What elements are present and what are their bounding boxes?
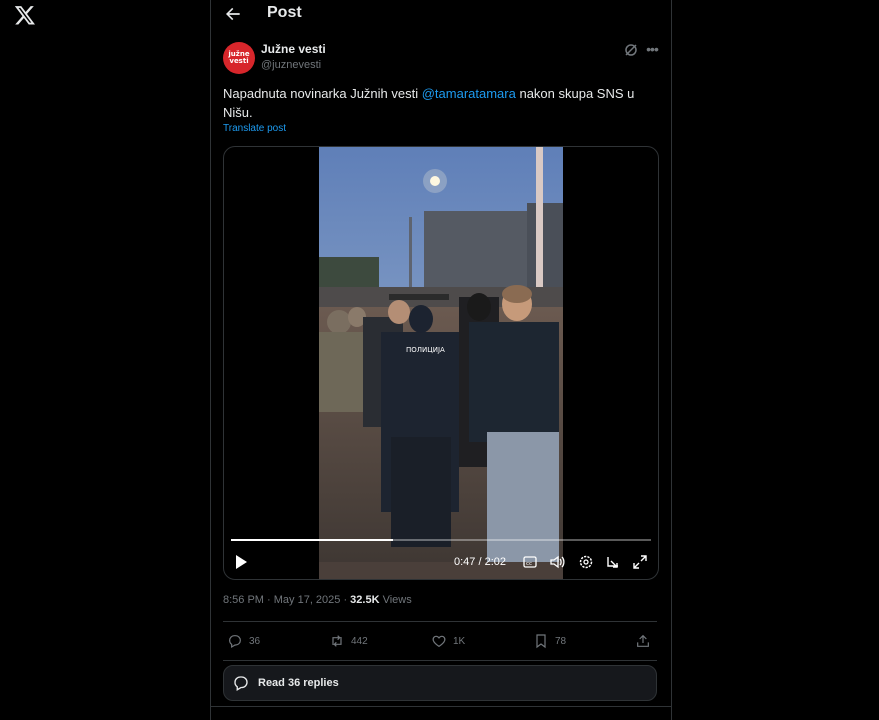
picture-in-picture-icon[interactable] [605, 553, 621, 571]
post-timestamp[interactable]: 8:56 PM · May 17, 2025 · [223, 594, 350, 606]
post-text: Napadnuta novinarka Južnih vesti @tamara… [223, 84, 653, 122]
x-logo-icon[interactable] [14, 4, 36, 26]
divider [223, 660, 657, 661]
avatar[interactable]: južne vesti [223, 42, 255, 74]
post-meta: 8:56 PM · May 17, 2025 · 32.5K Views [223, 594, 412, 606]
share-icon [637, 634, 649, 647]
divider [223, 621, 657, 622]
avatar-text-bottom: vesti [229, 57, 249, 65]
video-progress-fill [231, 539, 393, 541]
action-bar: 36 442 1K 78 [223, 630, 657, 652]
bookmark-icon [536, 634, 546, 649]
like-button[interactable]: 1K [431, 630, 465, 652]
back-arrow-icon[interactable] [223, 4, 243, 24]
svg-text:cc: cc [526, 561, 532, 567]
post-header: Post [211, 0, 671, 28]
bookmark-count: 78 [555, 635, 567, 647]
author-name[interactable]: Južne vesti [261, 42, 326, 56]
read-replies-button[interactable]: Read 36 replies [223, 665, 657, 701]
post-text-part1: Napadnuta novinarka Južnih vesti [223, 86, 422, 101]
reply-count: 36 [249, 635, 261, 647]
author-handle[interactable]: @juznevesti [261, 59, 321, 71]
repost-button[interactable]: 442 [329, 630, 368, 652]
divider [211, 706, 671, 707]
bookmark-button[interactable]: 78 [533, 630, 566, 652]
grok-icon[interactable] [623, 42, 639, 58]
play-icon[interactable] [234, 553, 248, 571]
video-frame: ПОЛИЦИЈА [319, 147, 563, 579]
replies-bubble-icon [234, 676, 248, 691]
like-count: 1K [453, 635, 466, 647]
video-progress-bar[interactable] [231, 539, 651, 541]
more-options-icon[interactable]: ••• [643, 42, 661, 58]
video-timecode: 0:47 / 2:02 [454, 556, 506, 568]
fullscreen-icon[interactable] [632, 553, 648, 571]
read-replies-label: Read 36 replies [258, 677, 339, 689]
captions-icon[interactable]: cc [523, 553, 537, 571]
repost-icon [332, 635, 342, 647]
translate-post-link[interactable]: Translate post [223, 123, 286, 134]
views-label: Views [379, 594, 412, 606]
mention-link[interactable]: @tamaratamara [422, 86, 516, 101]
heart-icon [432, 635, 446, 648]
reply-button[interactable]: 36 [227, 630, 260, 652]
video-player[interactable]: ПОЛИЦИЈА 0:47 / 2:02 cc [223, 146, 659, 580]
police-vest-text: ПОЛИЦИЈА [406, 346, 445, 354]
settings-gear-icon[interactable] [578, 553, 594, 571]
reply-icon [229, 635, 241, 649]
volume-icon[interactable] [549, 553, 565, 571]
share-button[interactable] [635, 630, 651, 652]
view-count: 32.5K [350, 594, 380, 606]
page-title: Post [267, 4, 302, 21]
post-column: Post južne vesti Južne vesti @juznevesti… [210, 0, 672, 720]
repost-count: 442 [351, 635, 368, 647]
